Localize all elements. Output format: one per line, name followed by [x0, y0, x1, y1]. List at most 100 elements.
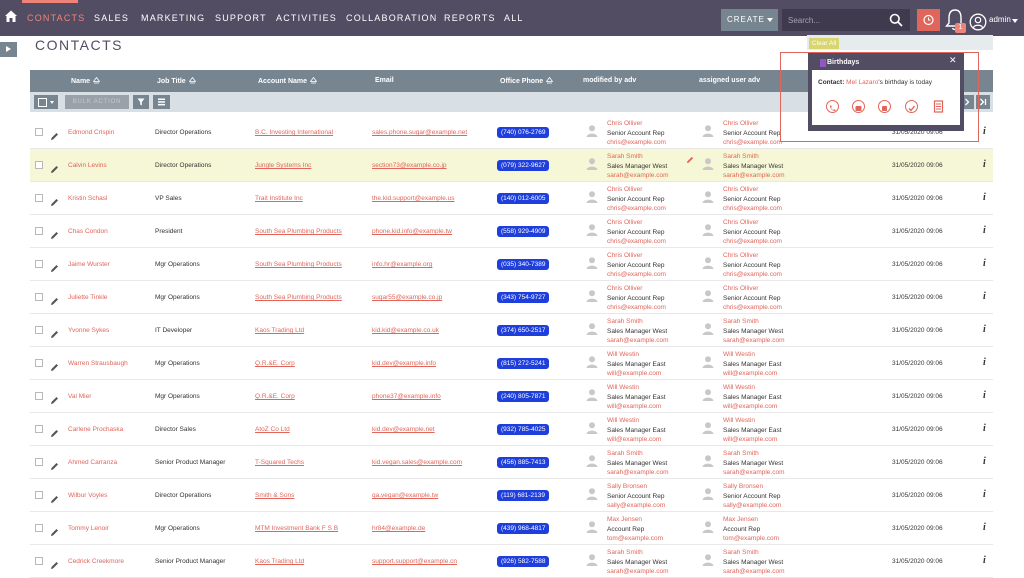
inline-edit-pencil-icon[interactable]: [686, 151, 694, 164]
nav-item-reports[interactable]: REPORTS: [444, 13, 496, 23]
row-checkbox[interactable]: [35, 128, 43, 136]
column-header-name[interactable]: Name: [71, 77, 101, 85]
email-link[interactable]: kid.kid@example.co.uk: [372, 327, 439, 334]
nav-item-contacts[interactable]: CONTACTS: [27, 13, 85, 23]
assigned-user-name[interactable]: Sarah Smith: [723, 317, 785, 327]
office-phone-badge[interactable]: (558) 929-4909: [497, 226, 550, 237]
email-link[interactable]: hr84@example.de: [372, 525, 425, 532]
modified-by-name[interactable]: Will Westin: [607, 350, 666, 360]
nav-item-all[interactable]: ALL: [504, 13, 524, 23]
email-link[interactable]: sugar55@example.co.jp: [372, 294, 442, 301]
office-phone-badge[interactable]: (140) 012-6005: [497, 193, 550, 204]
info-icon[interactable]: i: [983, 456, 986, 467]
email-link[interactable]: phone.kid.info@example.tw: [372, 228, 452, 235]
assigned-user-email[interactable]: chris@example.com: [723, 204, 782, 214]
modified-by-name[interactable]: Sarah Smith: [607, 317, 669, 327]
contact-name-link[interactable]: Ahmed Carranza: [68, 459, 117, 466]
assigned-user-name[interactable]: Chris Olliver: [723, 284, 782, 294]
assigned-user-name[interactable]: Will Westin: [723, 416, 782, 426]
pencil-icon[interactable]: [50, 425, 59, 437]
nav-item-sales[interactable]: SALES: [94, 13, 129, 23]
column-header-account-name[interactable]: Account Name: [258, 77, 318, 85]
contact-name-link[interactable]: Cedrick Creekmore: [68, 558, 124, 565]
sidebar-toggle-button[interactable]: [0, 42, 17, 57]
modified-by-email[interactable]: chris@example.com: [607, 270, 666, 280]
email-link[interactable]: qa.vegan@example.tw: [372, 492, 438, 499]
pencil-icon[interactable]: [50, 260, 59, 272]
pencil-icon[interactable]: [50, 392, 59, 404]
row-checkbox[interactable]: [35, 392, 43, 400]
alarm-clock-button[interactable]: [917, 9, 940, 31]
modified-by-name[interactable]: Chris Olliver: [607, 284, 666, 294]
account-name-link[interactable]: Smith & Sons: [255, 492, 294, 499]
contact-name-link[interactable]: Yvonne Sykes: [68, 327, 109, 334]
user-avatar-icon[interactable]: [969, 13, 987, 31]
modified-by-email[interactable]: will@example.com: [607, 369, 666, 379]
account-name-link[interactable]: MTM Investment Bank F S B: [255, 525, 338, 532]
account-name-link[interactable]: South Sea Plumbing Products: [255, 228, 342, 235]
nav-item-collaboration[interactable]: COLLABORATION: [346, 13, 437, 23]
assigned-user-name[interactable]: Chris Olliver: [723, 119, 782, 129]
contact-name-link[interactable]: Edmond Crispin: [68, 129, 114, 136]
info-icon[interactable]: i: [983, 522, 986, 533]
assigned-user-name[interactable]: Sally Bronsen: [723, 482, 781, 492]
row-checkbox[interactable]: [35, 557, 43, 565]
contact-name-link[interactable]: Wilbur Voyles: [68, 492, 107, 499]
info-icon[interactable]: i: [983, 489, 986, 500]
office-phone-badge[interactable]: (932) 785-4025: [497, 424, 550, 435]
contact-name-link[interactable]: Chas Condon: [68, 228, 108, 235]
assigned-user-email[interactable]: sarah@example.com: [723, 336, 785, 346]
row-checkbox[interactable]: [35, 359, 43, 367]
assigned-user-name[interactable]: Max Jensen: [723, 515, 779, 525]
assigned-user-email[interactable]: chris@example.com: [723, 303, 782, 313]
pencil-icon[interactable]: [50, 524, 59, 536]
modified-by-name[interactable]: Sally Bronsen: [607, 482, 665, 492]
account-name-link[interactable]: South Sea Plumbing Products: [255, 294, 342, 301]
email-link[interactable]: sales.phone.sugar@example.net: [372, 129, 467, 136]
pencil-icon[interactable]: [50, 491, 59, 503]
email-link[interactable]: section73@example.co.jp: [372, 162, 447, 169]
email-link[interactable]: kid.dev@example.net: [372, 426, 435, 433]
row-checkbox[interactable]: [35, 293, 43, 301]
assigned-user-email[interactable]: chris@example.com: [723, 237, 782, 247]
pencil-icon[interactable]: [50, 458, 59, 470]
assigned-user-name[interactable]: Sarah Smith: [723, 449, 785, 459]
pencil-icon[interactable]: [50, 557, 59, 569]
account-name-link[interactable]: Q.R.&E. Corp: [255, 360, 295, 367]
office-phone-badge[interactable]: (035) 340-7389: [497, 259, 550, 270]
assigned-user-email[interactable]: tom@example.com: [723, 534, 779, 544]
row-checkbox[interactable]: [35, 425, 43, 433]
email-link[interactable]: support.support@example.cn: [372, 558, 457, 565]
column-header-email[interactable]: Email: [375, 77, 394, 84]
modified-by-name[interactable]: Chris Olliver: [607, 185, 666, 195]
pencil-icon[interactable]: [50, 359, 59, 371]
contact-name-link[interactable]: Juliette Tinkle: [68, 294, 107, 301]
assigned-user-name[interactable]: Will Westin: [723, 383, 782, 393]
account-name-link[interactable]: T-Squared Techs: [255, 459, 304, 466]
office-phone-badge[interactable]: (374) 650-2517: [497, 325, 550, 336]
assigned-user-name[interactable]: Chris Olliver: [723, 251, 782, 261]
chevron-down-icon[interactable]: [1012, 19, 1018, 23]
assigned-user-name[interactable]: Will Westin: [723, 350, 782, 360]
account-name-link[interactable]: AtoZ Co Ltd: [255, 426, 290, 433]
modified-by-name[interactable]: Will Westin: [607, 383, 666, 393]
account-name-link[interactable]: Q.R.&E. Corp: [255, 393, 295, 400]
nav-item-activities[interactable]: ACTIVITIES: [276, 13, 337, 23]
assigned-user-name[interactable]: Sarah Smith: [723, 152, 785, 162]
nav-item-marketing[interactable]: MARKETING: [141, 13, 205, 23]
column-header-office-phone[interactable]: Office Phone: [500, 77, 554, 85]
email-link[interactable]: info.hr@example.org: [372, 261, 432, 268]
contact-name-link[interactable]: Calvin Levins: [68, 162, 107, 169]
info-icon[interactable]: i: [983, 192, 986, 203]
modified-by-name[interactable]: Sarah Smith: [607, 449, 669, 459]
modified-by-email[interactable]: chris@example.com: [607, 204, 666, 214]
contact-name-link[interactable]: Jaime Wurster: [68, 261, 110, 268]
assigned-user-email[interactable]: sally@example.com: [723, 501, 781, 511]
contact-name-link[interactable]: Val Mier: [68, 393, 91, 400]
pencil-icon[interactable]: [50, 227, 59, 239]
pencil-icon[interactable]: [50, 326, 59, 338]
modified-by-name[interactable]: Will Westin: [607, 416, 666, 426]
row-checkbox[interactable]: [35, 458, 43, 466]
home-icon[interactable]: [4, 9, 18, 23]
contact-name-link[interactable]: Tommy Lenoir: [68, 525, 109, 532]
